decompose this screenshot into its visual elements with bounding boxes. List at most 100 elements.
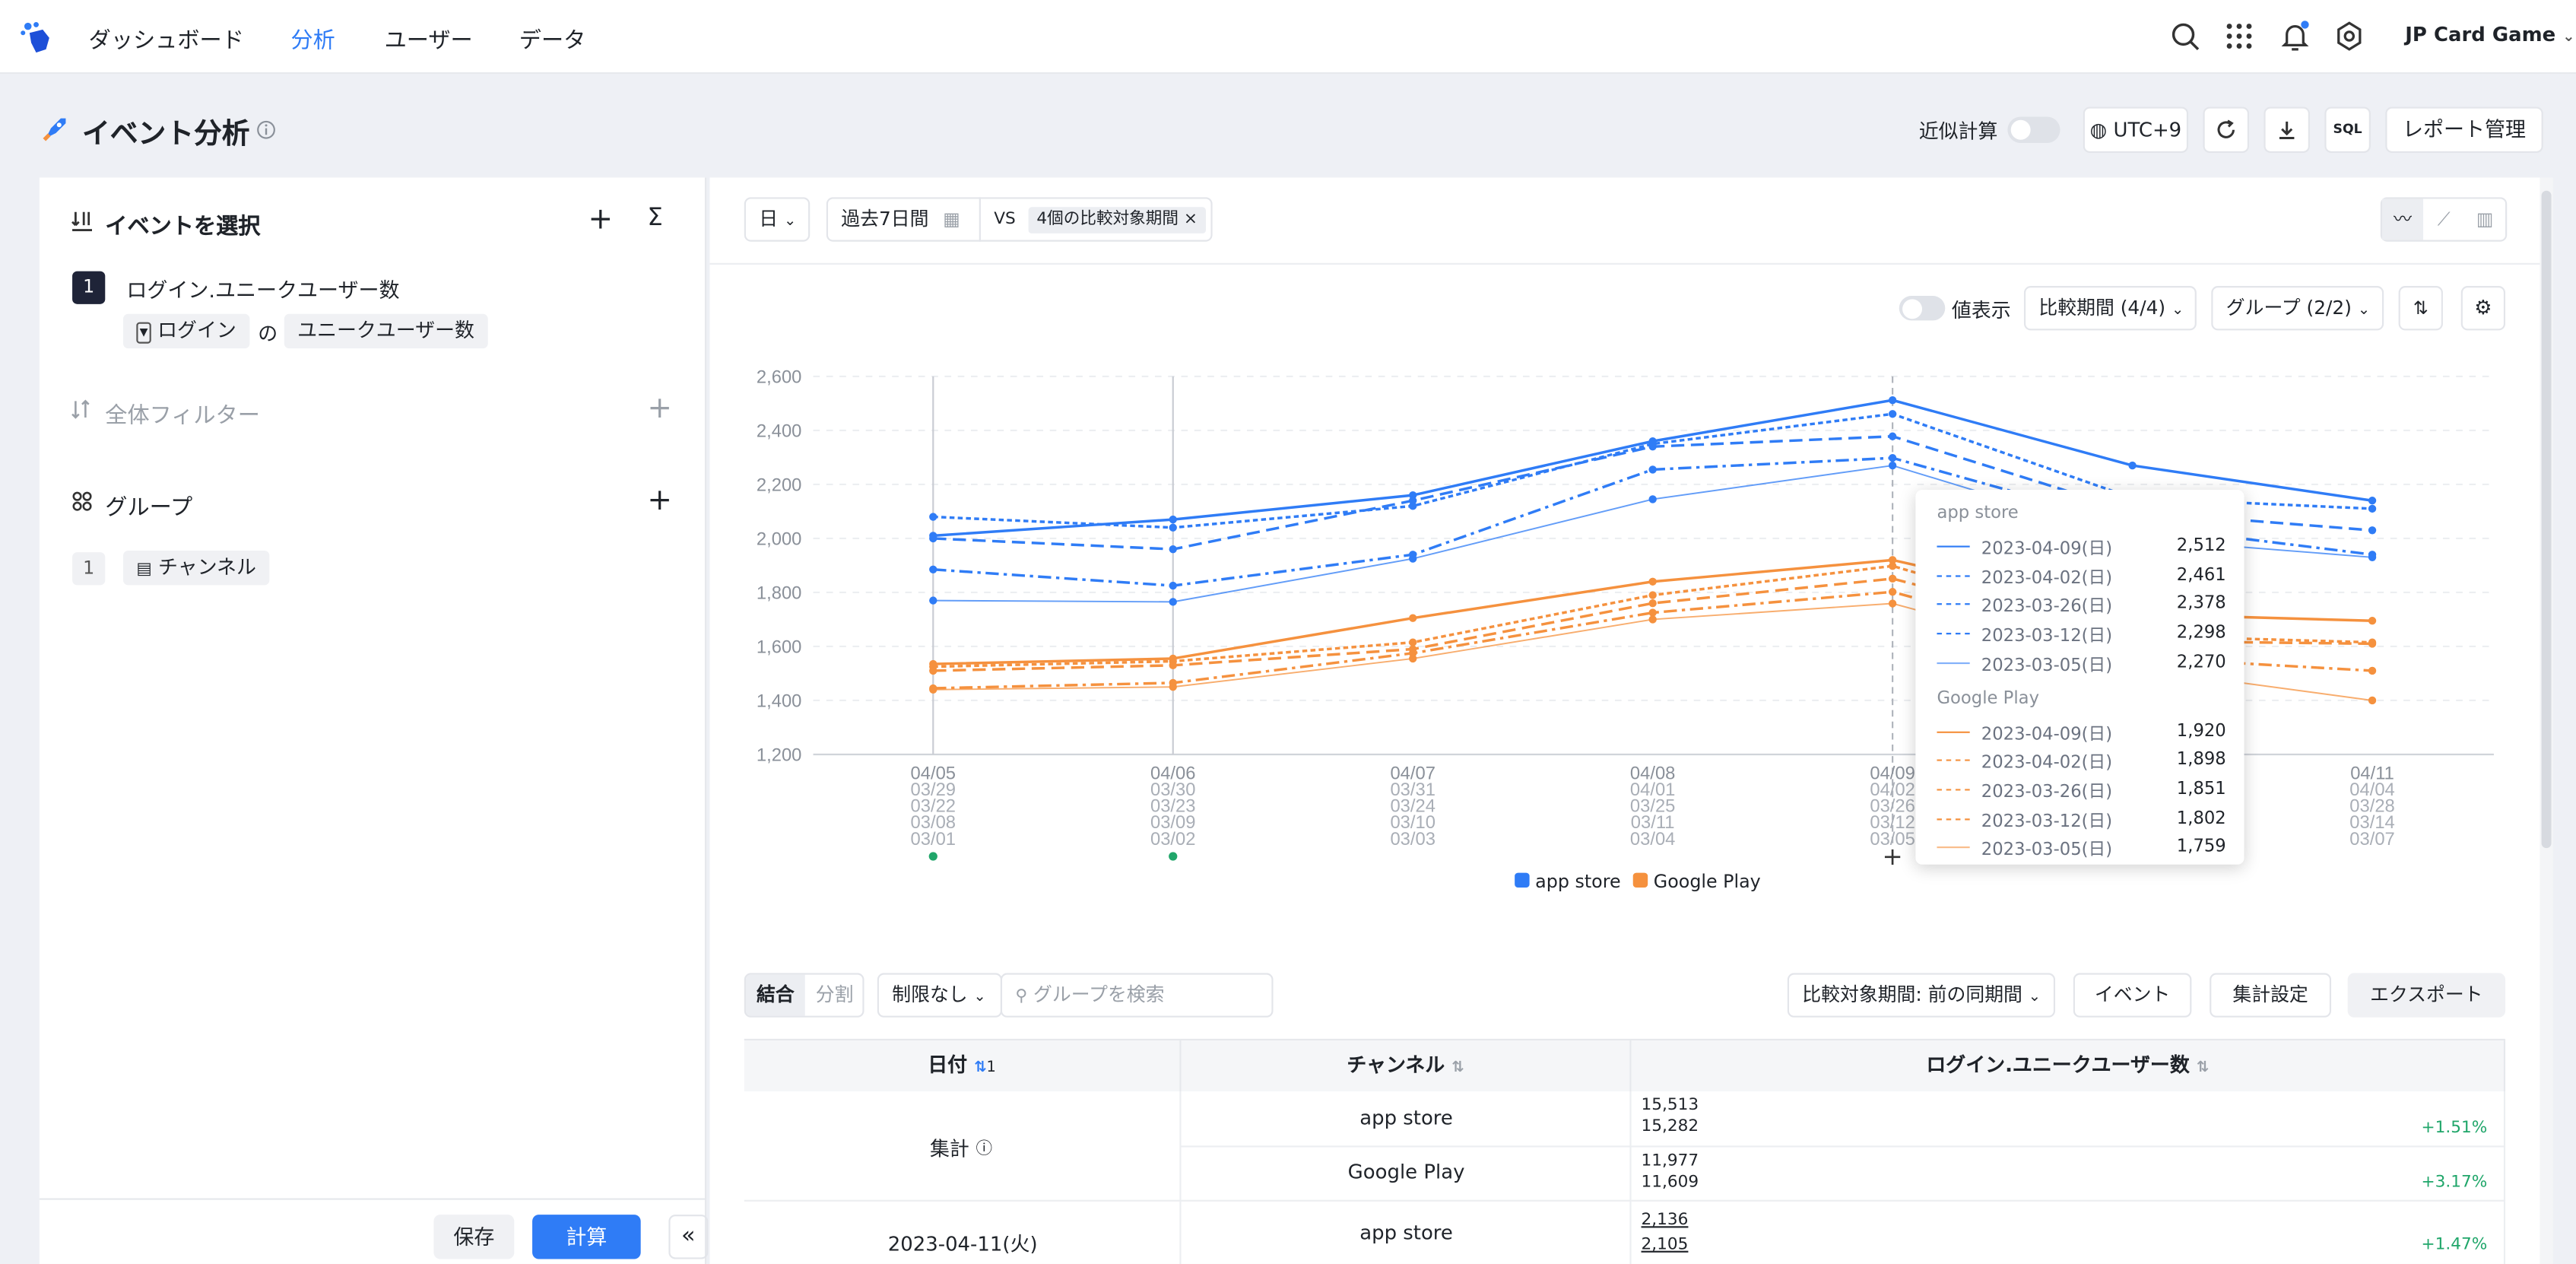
compare-period-select[interactable]: 比較期間 (4/4) ⌄ xyxy=(2023,286,2197,331)
scrollbar-thumb[interactable] xyxy=(2541,190,2552,849)
approx-calc-toggle[interactable] xyxy=(2007,116,2060,144)
event-button[interactable]: イベント xyxy=(2073,973,2192,1018)
collapse-panel-button[interactable]: « xyxy=(668,1215,709,1259)
split-tab[interactable]: 分割 xyxy=(805,975,863,1016)
tooltip-value: 1,920 xyxy=(2176,720,2226,741)
group-chip[interactable]: ▤ チャンネル xyxy=(123,551,270,586)
nav-users[interactable]: ユーザー xyxy=(385,21,473,55)
tooltip-series-swatch xyxy=(1937,789,1970,791)
value-display-toggle[interactable] xyxy=(1899,296,1946,321)
project-switcher[interactable]: JP Card Game ⌄ xyxy=(2405,23,2574,46)
main-scrollbar[interactable] xyxy=(2540,177,2553,1264)
sort-icon: ⇅ xyxy=(2196,1059,2210,1077)
metric-chip[interactable]: ユニークユーザー数 xyxy=(284,313,488,349)
header-login-uu[interactable]: ログイン.ユニークユーザー数 ⇅ xyxy=(1631,1040,2506,1092)
header-date-label: 日付 xyxy=(928,1053,968,1077)
export-button[interactable]: エクスポート xyxy=(2347,973,2506,1018)
data-point xyxy=(1648,577,1657,586)
bar-chart-icon[interactable]: ▥ xyxy=(2464,199,2505,240)
legend-swatch-app-store xyxy=(1515,872,1530,888)
chevron-down-icon: ⌄ xyxy=(2028,989,2041,1006)
tooltip-value: 2,512 xyxy=(2176,535,2226,556)
report-management-button[interactable]: レポート管理 xyxy=(2385,106,2543,153)
tooltip-value: 1,898 xyxy=(2176,749,2226,770)
data-point xyxy=(2368,504,2377,513)
refresh-button[interactable] xyxy=(2203,106,2249,153)
download-button[interactable] xyxy=(2264,106,2310,153)
tooltip-row: 2023-04-02(日) 2,461 xyxy=(1937,564,2226,588)
tooltip-date: 2023-04-02(日) xyxy=(1981,753,2113,773)
add-group-icon[interactable]: + xyxy=(647,483,672,517)
group-select[interactable]: グループ (2/2) ⌄ xyxy=(2211,286,2384,331)
header-date[interactable]: 日付 ⇅1 xyxy=(744,1040,1182,1092)
group-search-box[interactable]: ⚲ グループを検索 xyxy=(1000,973,1274,1018)
search-icon[interactable] xyxy=(2168,20,2201,52)
save-button[interactable]: 保存 xyxy=(433,1215,515,1259)
header-channel[interactable]: チャンネル ⇅ xyxy=(1181,1040,1632,1092)
tooltip-row: 2023-03-26(日) 2,378 xyxy=(1937,594,2226,617)
apps-grid-icon[interactable] xyxy=(2222,20,2255,52)
x-tick-label: 03/07 xyxy=(2349,829,2394,850)
compare-basis-label: 比較対象期間: 前の同期間 xyxy=(1802,983,2022,1006)
nav-dashboard[interactable]: ダッシュボード xyxy=(89,21,244,55)
timezone-button[interactable]: ◍ UTC+9 xyxy=(2083,106,2189,153)
compare-period-tag[interactable]: 4個の比較対象期間 × xyxy=(1028,207,1206,233)
bell-icon[interactable] xyxy=(2279,20,2311,52)
calculate-button[interactable]: 計算 xyxy=(532,1215,641,1259)
chevron-down-icon: ⌄ xyxy=(2562,29,2575,46)
y-tick-label: 2,600 xyxy=(757,367,801,388)
gear-icon: ⚙ xyxy=(2474,296,2492,319)
calendar-icon: ▦ xyxy=(943,208,960,230)
line-chart-icon[interactable]: 〰 xyxy=(2382,198,2424,240)
tooltip-value: 2,461 xyxy=(2176,564,2226,585)
event-name[interactable]: ログイン.ユニークユーザー数 xyxy=(126,273,399,304)
data-point xyxy=(2368,666,2377,675)
info-icon[interactable] xyxy=(256,120,276,140)
data-point xyxy=(1169,515,1177,524)
legend-app-store[interactable]: app store xyxy=(1535,871,1620,892)
aggregation-settings-button[interactable]: 集計設定 xyxy=(2210,973,2332,1018)
previous-value-link[interactable]: 2,105 xyxy=(1642,1236,1689,1254)
settings-gear-icon[interactable] xyxy=(2333,20,2365,52)
event-chip[interactable]: ▾ ログイン xyxy=(123,313,250,349)
data-point xyxy=(2368,497,2377,505)
data-point xyxy=(1169,545,1177,554)
current-value-link[interactable]: 2,136 xyxy=(1642,1212,1689,1230)
data-point xyxy=(929,534,937,543)
close-icon[interactable]: × xyxy=(1184,211,1198,229)
data-point xyxy=(2128,461,2137,470)
tooltip-date: 2023-03-05(日) xyxy=(1981,840,2113,860)
data-point xyxy=(1648,495,1657,503)
tooltip-row: 2023-03-12(日) 1,802 xyxy=(1937,808,2226,831)
add-filter-icon[interactable]: + xyxy=(647,391,672,425)
trend-chart-icon[interactable]: ⟋ xyxy=(2423,199,2464,240)
tooltip-row: 2023-04-02(日) 1,898 xyxy=(1937,749,2226,773)
nav-data[interactable]: データ xyxy=(519,21,586,55)
nav-analysis[interactable]: 分析 xyxy=(290,21,335,55)
merge-tab[interactable]: 結合 xyxy=(745,974,805,1016)
formula-sigma-icon[interactable]: Σ xyxy=(647,202,662,232)
legend-google-play[interactable]: Google Play xyxy=(1654,871,1761,892)
value-cell: 15,513 15,282 +1.51% xyxy=(1631,1091,2506,1148)
rocket-icon xyxy=(43,118,66,141)
sql-button[interactable]: SQL xyxy=(2324,106,2371,153)
limit-select[interactable]: 制限なし ⌄ xyxy=(877,973,1003,1018)
line-chart: 1,200 1,400 1,600 1,800 2,000 2,200 2,400 2,600… xyxy=(757,367,2494,871)
tooltip-date: 2023-04-09(日) xyxy=(1981,538,2113,559)
granularity-select[interactable]: 日 ⌄ xyxy=(744,197,811,242)
refresh-icon xyxy=(2217,119,2235,138)
sort-button[interactable]: ⇅ xyxy=(2398,286,2443,331)
chevron-down-icon: ⌄ xyxy=(973,989,986,1006)
compare-basis-select[interactable]: 比較対象期間: 前の同期間 ⌄ xyxy=(1787,973,2056,1018)
x-tick-label: 03/01 xyxy=(911,829,956,850)
date-range-picker[interactable]: 過去7日間 ▦ VS 4個の比較対象期間 × xyxy=(826,197,1213,242)
info-icon[interactable]: ⓘ xyxy=(976,1134,992,1159)
data-point xyxy=(1169,661,1177,670)
app-logo-icon[interactable] xyxy=(18,18,55,55)
y-tick-label: 1,400 xyxy=(757,691,801,712)
chart-settings-button[interactable]: ⚙ xyxy=(2460,286,2506,331)
change-percent: +1.47% xyxy=(2421,1236,2488,1254)
event-section-title: イベントを選択 xyxy=(105,213,261,240)
tooltip-value: 1,802 xyxy=(2176,808,2226,828)
add-event-icon[interactable]: + xyxy=(588,202,614,237)
